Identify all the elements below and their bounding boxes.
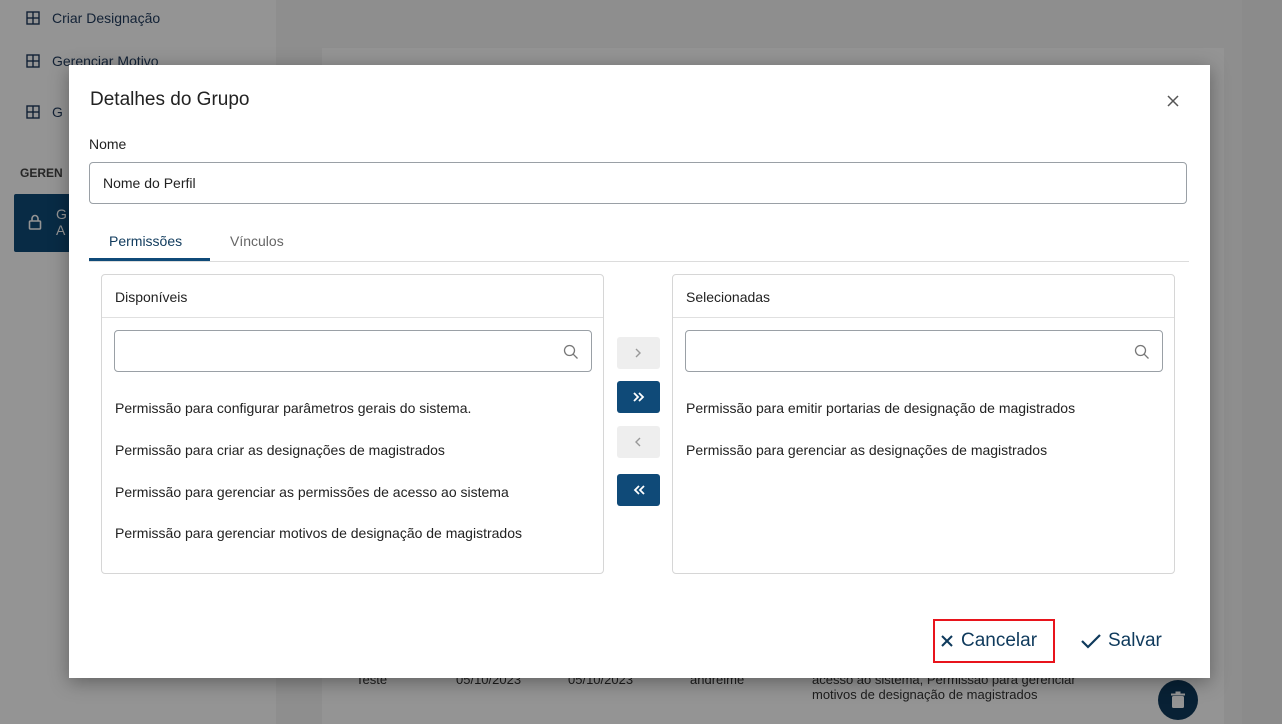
move-all-left-button[interactable]	[617, 474, 660, 506]
available-search-input[interactable]	[114, 330, 592, 372]
tabs: Permissões Vínculos	[89, 222, 1189, 262]
available-panel-title: Disponíveis	[115, 289, 188, 305]
selected-panel-header: Selecionadas	[673, 275, 1174, 318]
available-panel-header: Disponíveis	[102, 275, 603, 318]
close-icon	[941, 635, 953, 647]
list-item[interactable]: Permissão para gerenciar as permissões d…	[115, 484, 509, 500]
save-button[interactable]: Salvar	[1078, 621, 1178, 661]
name-label: Nome	[89, 136, 127, 152]
list-item[interactable]: Permissão para criar as designações de m…	[115, 442, 445, 458]
selected-panel: Selecionadas Permissão para emitir porta…	[672, 274, 1175, 574]
name-input[interactable]	[89, 162, 1187, 204]
search-icon	[1134, 344, 1149, 359]
chevron-left-icon	[635, 437, 641, 447]
list-item[interactable]: Permissão para emitir portarias de desig…	[686, 400, 1075, 416]
selected-panel-title: Selecionadas	[686, 289, 771, 305]
save-button-label: Salvar	[1108, 630, 1162, 651]
search-icon	[563, 344, 578, 359]
cancel-button[interactable]: Cancelar	[933, 619, 1055, 663]
list-item[interactable]: Permissão para configurar parâmetros ger…	[115, 400, 471, 416]
list-item[interactable]: Permissão para gerenciar as designações …	[686, 442, 1047, 458]
group-details-modal: Detalhes do Grupo Nome Permissões Víncul…	[69, 65, 1210, 678]
tab-vinculos[interactable]: Vínculos	[230, 233, 284, 249]
double-chevron-left-icon	[633, 485, 645, 495]
modal-title: Detalhes do Grupo	[90, 89, 250, 110]
move-left-button[interactable]	[617, 426, 660, 458]
double-chevron-right-icon	[633, 392, 645, 402]
selected-search-input[interactable]	[685, 330, 1163, 372]
check-icon	[1081, 634, 1101, 649]
list-item[interactable]: Permissão para gerenciar motivos de desi…	[115, 525, 522, 541]
tab-permissoes[interactable]: Permissões	[109, 233, 182, 249]
chevron-right-icon	[635, 348, 641, 358]
close-icon[interactable]	[1163, 91, 1183, 111]
move-all-right-button[interactable]	[617, 381, 660, 413]
move-right-button[interactable]	[617, 337, 660, 369]
available-panel: Disponíveis Permissão para configurar pa…	[101, 274, 604, 574]
active-tab-indicator	[89, 258, 210, 261]
cancel-button-label: Cancelar	[961, 630, 1038, 651]
